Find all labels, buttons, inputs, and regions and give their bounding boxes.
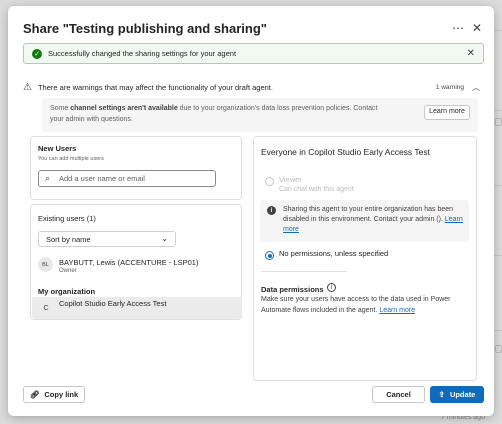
my-organization-heading: My organization: [38, 287, 96, 296]
organization-name: Copilot Studio Early Access Test: [59, 299, 167, 308]
update-label: Update: [449, 390, 476, 399]
cancel-button[interactable]: Cancel: [372, 386, 425, 403]
warning-message: There are warnings that may affect the f…: [37, 82, 273, 92]
warning-header[interactable]: ⚠ There are warnings that may affect the…: [23, 80, 484, 94]
search-icon: ⌕: [45, 173, 51, 183]
user-name: BAYBUTT, Lewis (ACCENTURE - LSP01): [59, 258, 199, 267]
sort-dropdown[interactable]: Sort by name ⌄: [38, 231, 176, 247]
sort-value: Sort by name: [46, 234, 91, 244]
chevron-up-icon[interactable]: ︿: [472, 82, 480, 93]
panel-title: Everyone in Copilot Studio Early Access …: [261, 147, 430, 157]
checkmark-icon: ✓: [32, 48, 42, 59]
viewer-label: Viewer: [279, 175, 302, 184]
section-divider: [261, 271, 347, 272]
dismiss-banner-icon[interactable]: ✕: [467, 48, 475, 59]
existing-users-card: Existing users (1) Sort by name ⌄ BL BAY…: [30, 204, 242, 320]
existing-users-title: Existing users (1): [38, 214, 96, 223]
data-permissions-description: Make sure your users have access to the …: [261, 296, 451, 314]
success-message: Successfully changed the sharing setting…: [48, 49, 237, 58]
organization-item[interactable]: C Copilot Studio Early Access Test: [32, 297, 242, 319]
organization-permissions-panel: Everyone in Copilot Studio Early Access …: [253, 136, 477, 381]
warning-count: 1 warning: [435, 83, 464, 91]
background-control: [495, 345, 502, 353]
dlp-text-bold: channel settings aren't available: [70, 105, 178, 112]
sharing-disabled-notice: i Sharing this agent to your entire orga…: [260, 200, 469, 242]
no-permissions-label: No permissions, unless specified: [279, 249, 389, 258]
new-users-card: New Users You can add multiple users ⌕ A…: [30, 136, 242, 200]
success-banner: ✓ Successfully changed the sharing setti…: [23, 43, 484, 64]
data-permissions-title: Data permissions: [261, 285, 324, 294]
user-role: Owner: [59, 268, 77, 274]
update-button[interactable]: ⇪ Update: [430, 386, 484, 403]
no-permissions-radio[interactable]: [265, 251, 274, 260]
share-dialog: Share "Testing publishing and sharing" ⋯…: [8, 6, 494, 416]
learn-more-button[interactable]: Learn more: [424, 105, 470, 120]
link-icon: 🔗︎: [29, 390, 40, 399]
info-outline-icon[interactable]: i: [327, 283, 336, 292]
new-users-subtitle: You can add multiple users: [38, 156, 104, 162]
chevron-down-icon: ⌄: [161, 234, 168, 243]
dialog-title: Share "Testing publishing and sharing": [23, 21, 267, 36]
user-search-input[interactable]: ⌕ Add a user name or email: [38, 170, 216, 187]
dlp-warning-detail: Some channel settings aren't available d…: [42, 98, 478, 132]
more-options-icon[interactable]: ⋯: [452, 21, 464, 35]
viewer-radio: [265, 177, 274, 186]
viewer-description: Can chat with this agent.: [279, 186, 356, 193]
copy-link-label: Copy link: [44, 390, 79, 399]
data-permissions-learn-more-link[interactable]: Learn more: [379, 307, 415, 314]
share-icon: ⇪: [438, 390, 445, 399]
info-icon: i: [267, 206, 276, 215]
user-avatar: BL: [38, 257, 53, 272]
search-placeholder: Add a user name or email: [59, 174, 145, 183]
data-permissions-text: Make sure your users have access to the …: [261, 295, 473, 316]
info-text: Sharing this agent to your entire organi…: [283, 206, 454, 223]
background-control: [495, 118, 502, 126]
close-dialog-icon[interactable]: ✕: [472, 21, 482, 35]
organization-avatar: C: [43, 304, 49, 312]
copy-link-button[interactable]: 🔗︎ Copy link: [23, 386, 85, 403]
new-users-title: New Users: [38, 144, 77, 153]
dlp-text-prefix: Some: [50, 105, 71, 112]
warning-icon: ⚠: [23, 81, 32, 93]
